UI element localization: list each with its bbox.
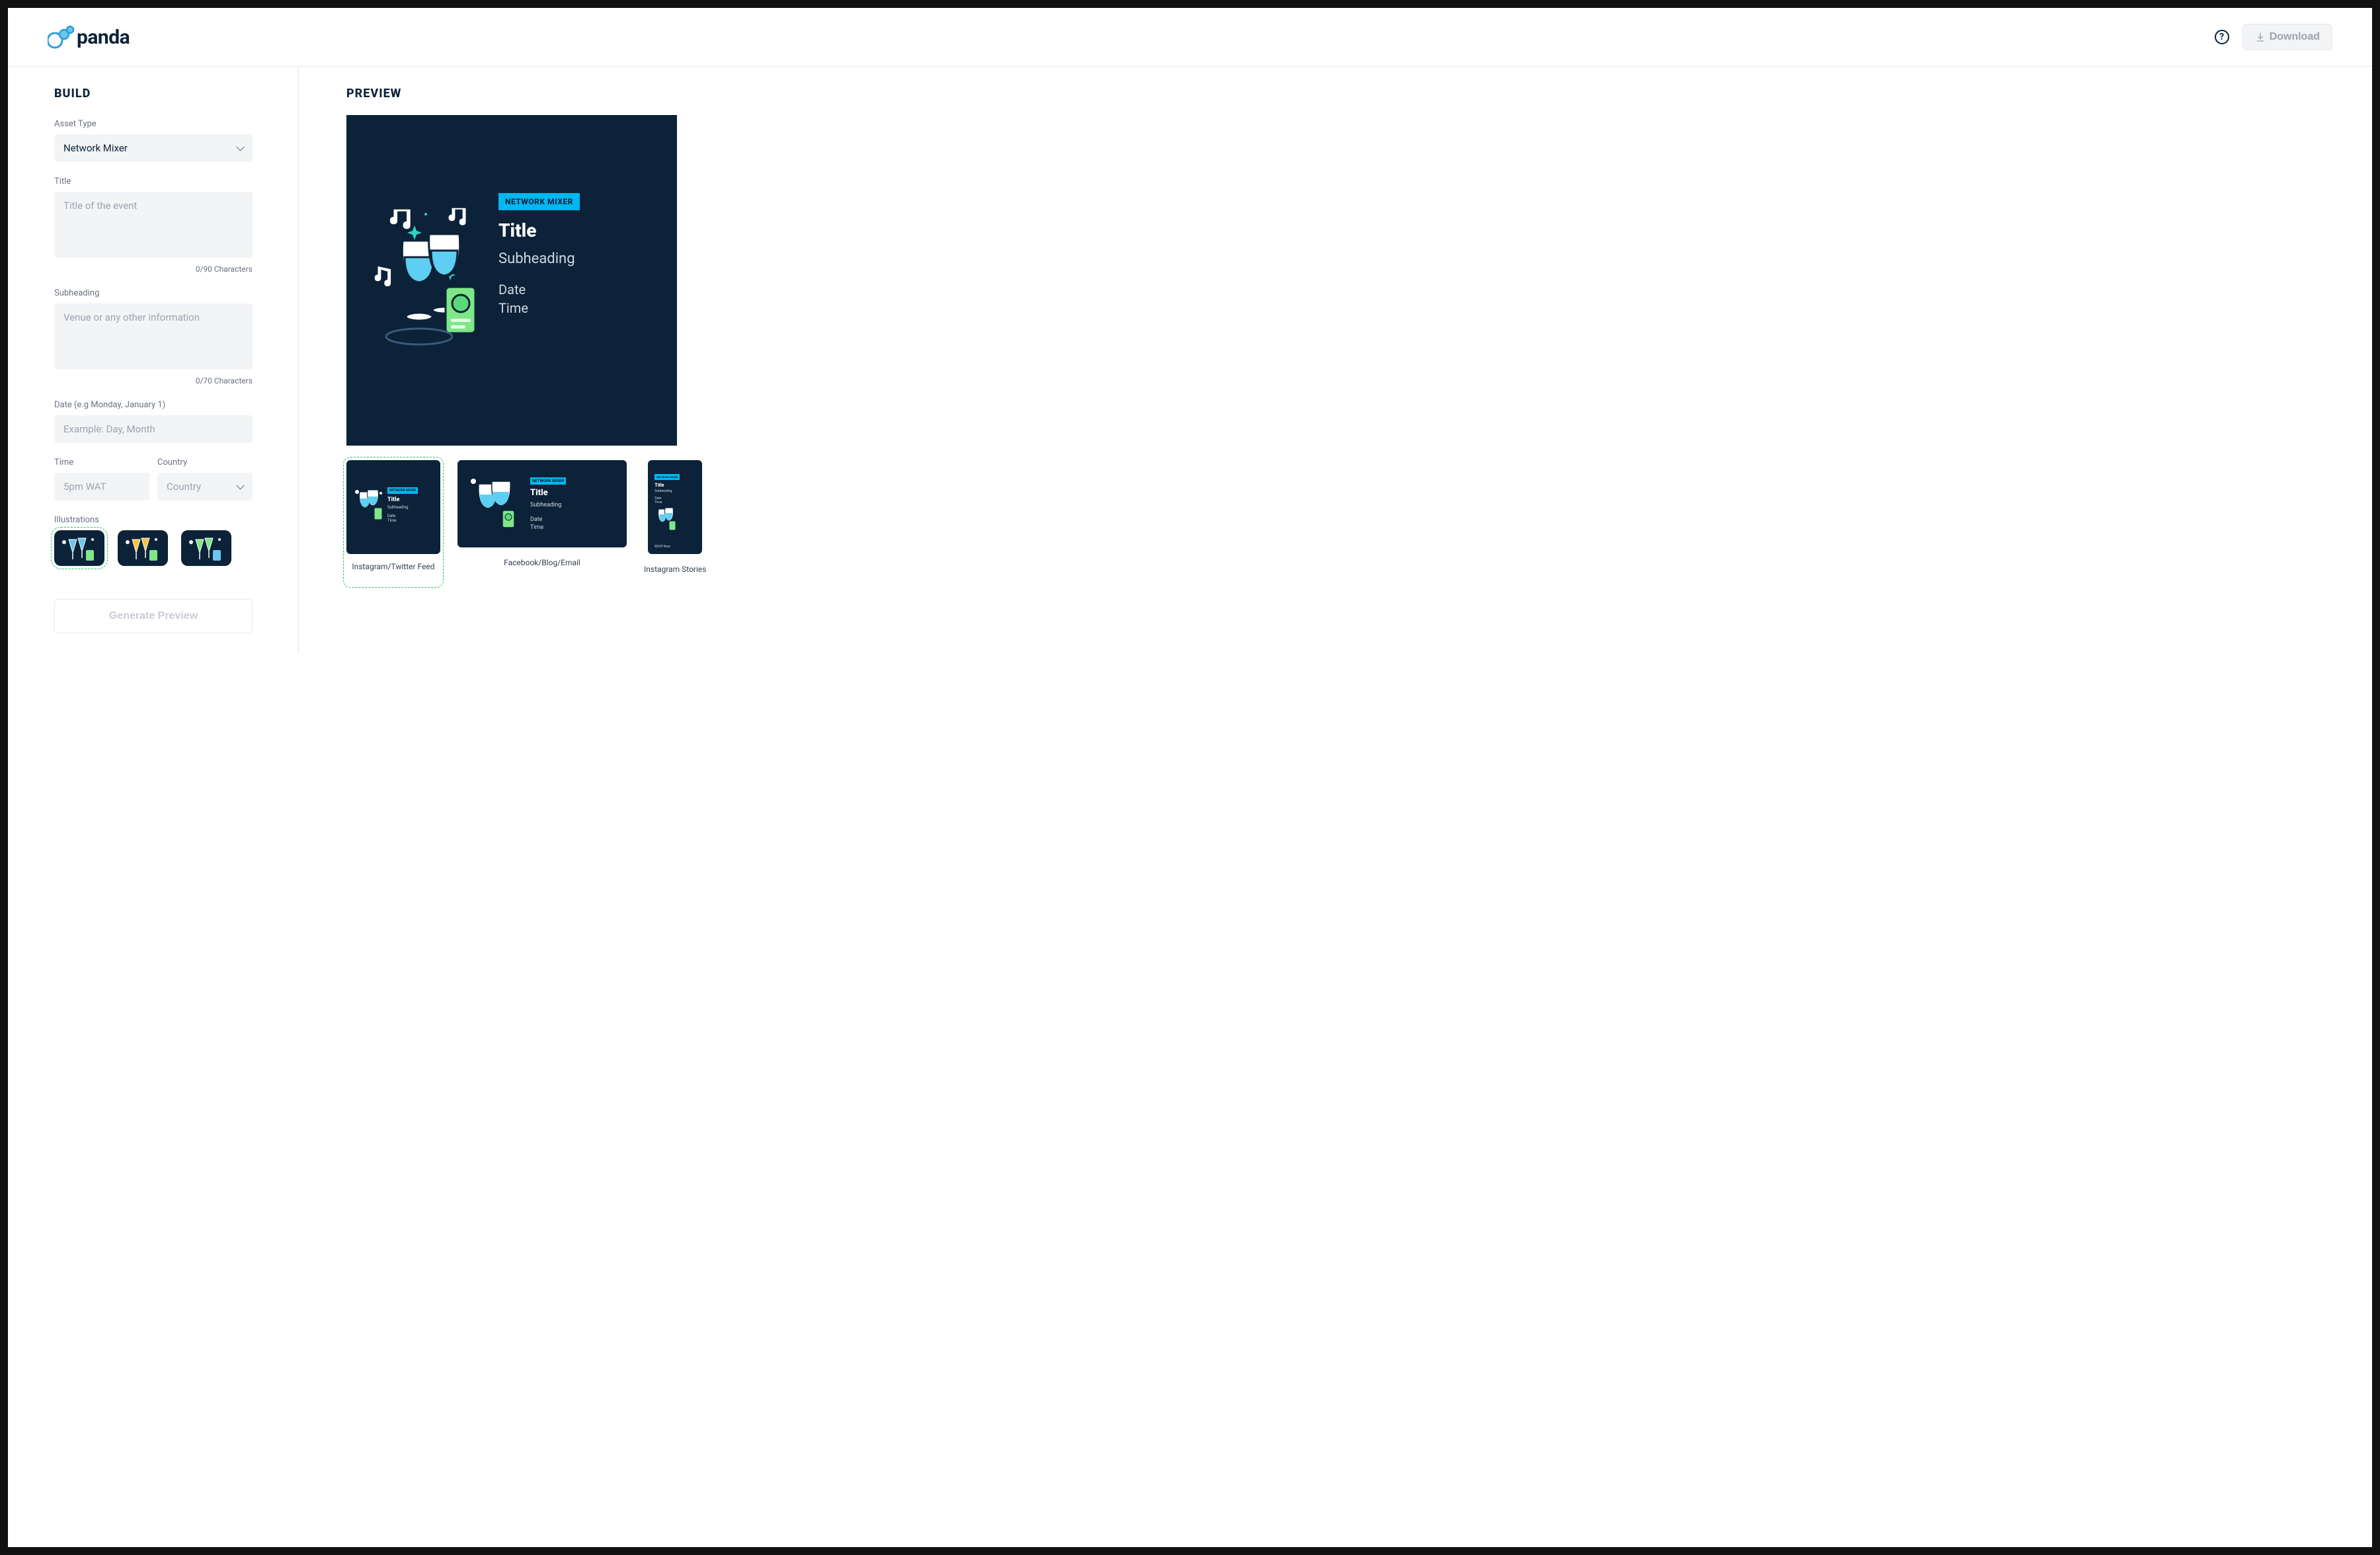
date-label: Date (e.g Monday, January 1) xyxy=(54,400,253,410)
format-label: Facebook/Blog/Email xyxy=(504,558,580,567)
download-button[interactable]: Download xyxy=(2242,24,2332,50)
preview-card-subheading: Subheading xyxy=(498,251,580,267)
preview-canvas: NETWORK MIXER Title Subheading Date Time xyxy=(346,115,677,446)
time-label: Time xyxy=(54,458,149,467)
build-heading: BUILD xyxy=(54,87,253,100)
format-facebook-blog-email[interactable]: NETWORK MIXER Title Subheading Date Time… xyxy=(457,460,627,567)
party-illustration xyxy=(366,208,498,353)
country-select[interactable] xyxy=(157,473,253,500)
preview-badge: NETWORK MIXER xyxy=(498,193,580,210)
country-label: Country xyxy=(157,458,253,467)
date-input[interactable] xyxy=(54,415,253,443)
download-label: Download xyxy=(2270,31,2320,43)
format-instagram-twitter[interactable]: NETWORK MIXER Title Subheading Date Time… xyxy=(346,460,440,584)
subheading-input[interactable] xyxy=(54,303,253,370)
format-instagram-stories[interactable]: NETWORK MIXER Title Subheading Date Time xyxy=(644,460,706,574)
brand-logo: panda xyxy=(48,25,130,49)
preview-card-date: Date xyxy=(498,282,580,298)
illustration-option-2[interactable] xyxy=(118,530,168,566)
asset-type-label: Asset Type xyxy=(54,119,253,129)
format-thumbnails: NETWORK MIXER Title Subheading Date Time… xyxy=(346,460,2346,584)
title-counter: 0/90 Characters xyxy=(54,264,253,274)
title-input[interactable] xyxy=(54,192,253,258)
illustration-option-3[interactable] xyxy=(181,530,231,566)
preview-panel: PREVIEW xyxy=(299,67,2372,653)
subheading-label: Subheading xyxy=(54,288,253,298)
brand-name: panda xyxy=(77,26,130,49)
asset-type-select[interactable]: Network Mixer xyxy=(54,134,253,162)
time-input[interactable] xyxy=(54,473,149,500)
format-label: Instagram/Twitter Feed xyxy=(352,562,434,571)
illustrations-label: Illustrations xyxy=(54,515,253,525)
illustration-option-1[interactable] xyxy=(54,530,104,566)
header: panda ? Download xyxy=(8,8,2372,67)
format-label: Instagram Stories xyxy=(644,565,706,574)
panda-logo-icon xyxy=(48,25,75,49)
help-icon[interactable]: ? xyxy=(2215,30,2229,44)
preview-card-time: Time xyxy=(498,300,580,316)
subheading-counter: 0/70 Characters xyxy=(54,376,253,385)
preview-card-title: Title xyxy=(498,219,580,241)
preview-heading: PREVIEW xyxy=(346,87,2346,100)
title-label: Title xyxy=(54,177,253,186)
build-panel: BUILD Asset Type Network Mixer Title 0/9… xyxy=(8,67,299,653)
download-icon xyxy=(2255,32,2266,42)
generate-preview-button[interactable]: Generate Preview xyxy=(54,599,253,633)
